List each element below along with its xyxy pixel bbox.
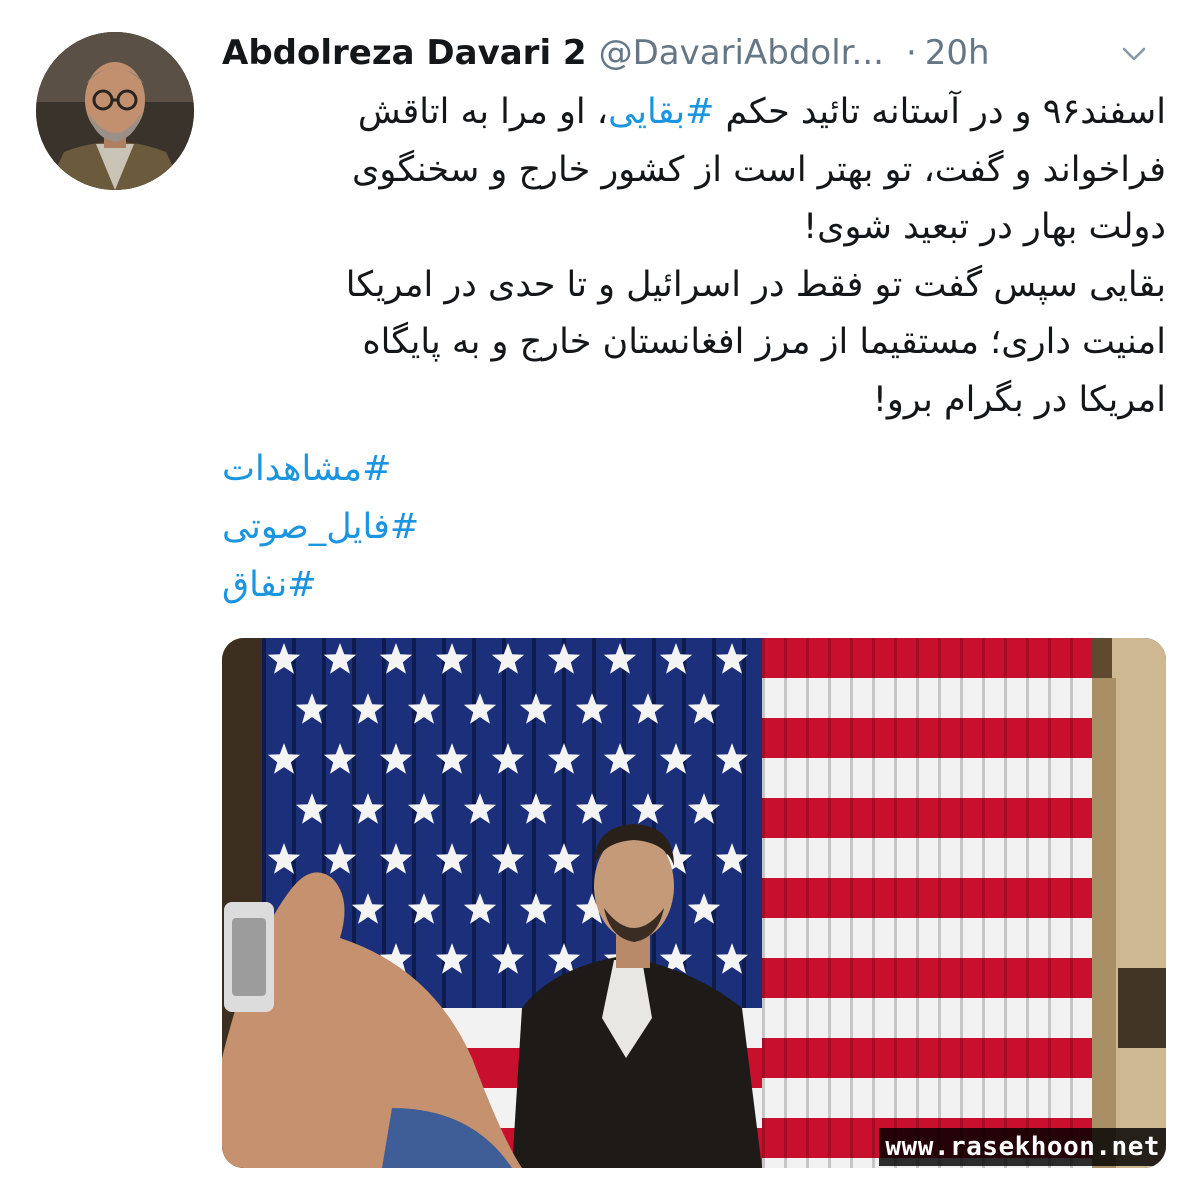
photo-image xyxy=(222,638,1166,1168)
media-watermark: www.rasekhoon.net xyxy=(879,1128,1166,1166)
tweet-media-photo[interactable]: www.rasekhoon.net xyxy=(222,638,1166,1168)
tweet-text-segment: ، او مرا به اتاقش xyxy=(357,92,609,132)
hashtag-link[interactable]: #فایل_صوتی xyxy=(222,498,1166,556)
hashtag-list: #مشاهدات #فایل_صوتی #نفاق xyxy=(222,440,1166,614)
tweet-text-line: بقایی سپس گفت تو فقط در اسرائیل و تا حدی… xyxy=(345,264,1166,305)
chevron-down-icon[interactable] xyxy=(1118,38,1150,70)
tweet-text-line: اسفند۹۶ و در آستانه تائید حکم #بقایی، او… xyxy=(222,84,1166,142)
tweet-text-line: فراخواند و گفت، تو بهتر است از کشور خارج… xyxy=(352,149,1166,190)
tweet-text-line: امریکا در بگرام برو! xyxy=(872,379,1166,420)
tweet-text: اسفند۹۶ و در آستانه تائید حکم #بقایی، او… xyxy=(222,84,1166,429)
hashtag-link[interactable]: #نفاق xyxy=(222,556,1166,614)
tweet-timestamp[interactable]: 20h xyxy=(925,33,990,73)
separator-dot: · xyxy=(905,33,917,73)
hashtag-link[interactable]: #بقایی xyxy=(608,92,714,132)
author-name[interactable]: Abdolreza Davari 2 xyxy=(222,33,587,73)
author-handle[interactable]: @DavariAbdolr... xyxy=(599,33,884,73)
tweet-text-line: دولت بهار در تبعید شوی! xyxy=(803,207,1166,247)
tweet-header: Abdolreza Davari 2 @DavariAbdolr... · 20… xyxy=(222,28,1172,78)
avatar[interactable] xyxy=(36,32,194,190)
tweet-text-line: امنیت داری؛ مستقیما از مرز افغانستان خار… xyxy=(362,322,1166,362)
avatar-image xyxy=(36,32,194,190)
tweet-text-segment: اسفند۹۶ و در آستانه تائید حکم xyxy=(714,92,1166,132)
hashtag-link[interactable]: #مشاهدات xyxy=(222,440,1166,498)
